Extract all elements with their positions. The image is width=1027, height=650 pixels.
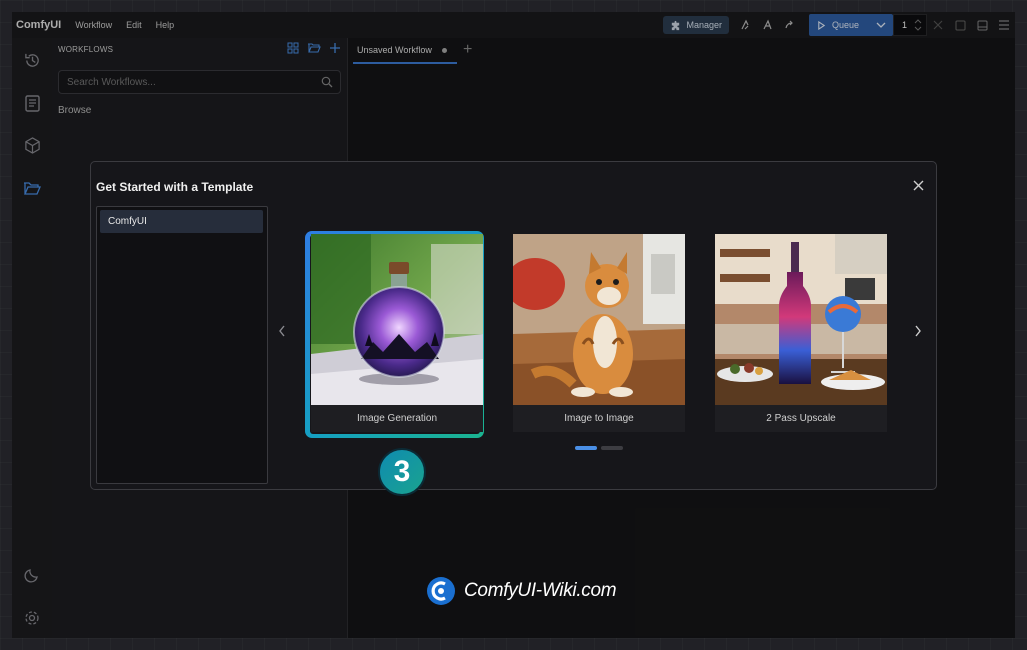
close-icon[interactable] [913,180,924,191]
chevron-left-icon[interactable] [277,324,287,338]
template-card-image-to-image[interactable]: Image to Image [513,234,685,432]
2-pass-upscale-thumbnail [715,234,887,405]
template-card-2-pass-upscale[interactable]: 2 Pass Upscale [715,234,887,432]
image-to-image-thumbnail [513,234,685,405]
chevron-right-icon[interactable] [913,324,923,338]
category-item-comfyui[interactable]: ComfyUI [100,210,263,233]
template-label: Image to Image [513,405,685,432]
carousel-pagination [575,446,623,450]
step-number-badge: 3 [378,448,426,496]
image-generation-thumbnail [311,234,483,405]
dialog-title: Get Started with a Template [96,180,254,194]
page-dot-active[interactable] [575,446,597,450]
template-label: Image Generation [311,405,483,432]
comfyui-wiki-logo-icon [427,577,455,605]
category-list: ComfyUI [96,206,268,484]
page-dot[interactable] [601,446,623,450]
template-dialog: Get Started with a Template ComfyUI Imag… [90,161,937,490]
template-label: 2 Pass Upscale [715,405,887,432]
watermark: ComfyUI-Wiki.com [426,576,617,606]
watermark-text: ComfyUI-Wiki.com [464,580,617,601]
template-card-image-generation[interactable]: Image Generation [311,234,483,432]
